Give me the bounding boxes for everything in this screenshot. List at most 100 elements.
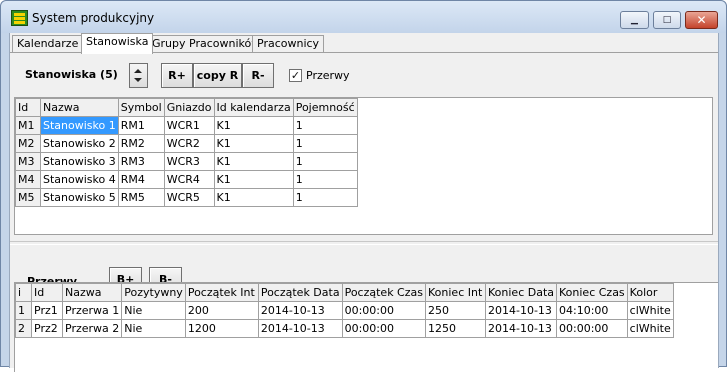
table-row[interactable]: M3 Stanowisko 3 RM3 WCR3 K1 1 bbox=[15, 152, 358, 171]
copy-station-button[interactable]: copy R bbox=[193, 63, 242, 88]
table-cell[interactable]: K1 bbox=[213, 116, 294, 135]
column-header[interactable]: Początek Int bbox=[184, 283, 259, 302]
panel-splitter[interactable] bbox=[10, 241, 718, 245]
table-cell[interactable]: 00:00:00 bbox=[341, 319, 427, 338]
tab-stanowiska[interactable]: Stanowiska bbox=[81, 33, 154, 54]
maximize-button[interactable]: □ bbox=[653, 11, 681, 29]
column-header[interactable]: Gniazdo bbox=[163, 98, 215, 117]
table-cell[interactable]: WCR3 bbox=[163, 152, 215, 171]
column-header[interactable]: Nazwa bbox=[61, 283, 123, 302]
table-cell[interactable]: 00:00:00 bbox=[556, 319, 628, 338]
table-cell[interactable]: 1200 bbox=[184, 319, 259, 338]
row-id-cell[interactable]: M1 bbox=[15, 116, 41, 135]
table-cell[interactable]: Przerwa 1 bbox=[61, 301, 123, 320]
column-header[interactable]: Pozytywny bbox=[121, 283, 186, 302]
table-cell[interactable]: Stanowisko 1 bbox=[40, 116, 119, 135]
table-cell[interactable]: RM2 bbox=[117, 134, 165, 153]
column-header[interactable]: Koniec Czas bbox=[556, 283, 628, 302]
table-cell[interactable]: K1 bbox=[213, 134, 294, 153]
row-id-cell[interactable]: M2 bbox=[15, 134, 41, 153]
add-station-button[interactable]: R+ bbox=[161, 63, 193, 88]
breaks-checkbox-label: Przerwy bbox=[306, 69, 350, 82]
column-header[interactable]: Id kalendarza bbox=[213, 98, 294, 117]
table-row[interactable]: M5 Stanowisko 5 RM5 WCR5 K1 1 bbox=[15, 188, 358, 207]
table-cell[interactable]: 200 bbox=[184, 301, 259, 320]
table-cell[interactable]: WCR5 bbox=[163, 188, 215, 207]
table-cell[interactable]: Nie bbox=[121, 301, 186, 320]
table-row[interactable]: 1 Prz1 Przerwa 1 Nie 200 2014-10-13 00:0… bbox=[15, 301, 674, 320]
column-header[interactable]: Symbol bbox=[117, 98, 165, 117]
client-area: Kalendarze Stanowiska Grupy Pracowników … bbox=[9, 33, 719, 372]
table-cell[interactable]: Stanowisko 2 bbox=[40, 134, 119, 153]
tab-kalendarze[interactable]: Kalendarze bbox=[12, 35, 84, 53]
table-cell[interactable]: 1 bbox=[292, 116, 358, 135]
tab-grupy-pracownikow[interactable]: Grupy Pracowników bbox=[147, 35, 266, 53]
table-cell[interactable]: 2014-10-13 bbox=[485, 301, 557, 320]
breaks-header-row: i Id Nazwa Pozytywny Początek Int Począt… bbox=[15, 283, 674, 302]
table-cell[interactable]: Prz1 bbox=[31, 301, 63, 320]
breaks-checkbox[interactable]: ✓ bbox=[289, 69, 302, 82]
table-cell[interactable]: RM1 bbox=[117, 116, 165, 135]
table-cell[interactable]: 1 bbox=[292, 134, 358, 153]
row-id-cell[interactable]: M5 bbox=[15, 188, 41, 207]
breaks-grid[interactable]: i Id Nazwa Pozytywny Początek Int Począt… bbox=[14, 282, 718, 372]
table-cell[interactable]: WCR1 bbox=[163, 116, 215, 135]
app-window: System produkcyjny ▁ □ ✕ Kalendarze Stan… bbox=[0, 0, 727, 372]
table-cell[interactable]: RM3 bbox=[117, 152, 165, 171]
table-cell[interactable]: K1 bbox=[213, 152, 294, 171]
column-header[interactable]: Początek Czas bbox=[341, 283, 427, 302]
table-cell[interactable]: 2014-10-13 bbox=[257, 301, 343, 320]
table-cell[interactable]: 00:00:00 bbox=[341, 301, 427, 320]
table-cell[interactable]: 2014-10-13 bbox=[485, 319, 557, 338]
table-row[interactable]: M1 Stanowisko 1 RM1 WCR1 K1 1 bbox=[15, 116, 358, 135]
row-id-cell[interactable]: M4 bbox=[15, 170, 41, 189]
column-header[interactable]: Nazwa bbox=[40, 98, 119, 117]
column-header[interactable]: Kolor bbox=[626, 283, 674, 302]
table-cell[interactable]: Nie bbox=[121, 319, 186, 338]
table-cell[interactable]: 04:10:00 bbox=[556, 301, 628, 320]
column-header[interactable]: Początek Data bbox=[257, 283, 343, 302]
row-index-cell[interactable]: 1 bbox=[15, 301, 32, 320]
table-cell[interactable]: 2014-10-13 bbox=[257, 319, 343, 338]
table-cell[interactable]: RM5 bbox=[117, 188, 165, 207]
table-row[interactable]: M4 Stanowisko 4 RM4 WCR4 K1 1 bbox=[15, 170, 358, 189]
close-button[interactable]: ✕ bbox=[685, 11, 718, 29]
arrow-up-icon[interactable] bbox=[134, 69, 142, 73]
table-cell[interactable]: 1250 bbox=[425, 319, 486, 338]
table-cell[interactable]: Prz2 bbox=[31, 319, 63, 338]
column-header[interactable]: Koniec Int bbox=[425, 283, 486, 302]
arrow-down-icon[interactable] bbox=[134, 78, 142, 82]
table-cell[interactable]: Stanowisko 3 bbox=[40, 152, 119, 171]
table-cell[interactable]: K1 bbox=[213, 188, 294, 207]
table-cell[interactable]: WCR2 bbox=[163, 134, 215, 153]
stations-grid[interactable]: Id Nazwa Symbol Gniazdo Id kalendarza Po… bbox=[14, 97, 713, 235]
column-header[interactable]: i bbox=[15, 283, 32, 302]
table-cell[interactable]: K1 bbox=[213, 170, 294, 189]
stations-heading: Stanowiska (5) bbox=[25, 68, 118, 81]
column-header[interactable]: Koniec Data bbox=[485, 283, 557, 302]
table-row[interactable]: M2 Stanowisko 2 RM2 WCR2 K1 1 bbox=[15, 134, 358, 153]
column-header[interactable]: Pojemność bbox=[292, 98, 358, 117]
table-cell[interactable]: 1 bbox=[292, 188, 358, 207]
table-cell[interactable]: 250 bbox=[425, 301, 486, 320]
table-cell[interactable]: Stanowisko 4 bbox=[40, 170, 119, 189]
table-cell[interactable]: clWhite bbox=[626, 301, 674, 320]
table-row[interactable]: 2 Prz2 Przerwa 2 Nie 1200 2014-10-13 00:… bbox=[15, 319, 674, 338]
remove-station-button[interactable]: R- bbox=[242, 63, 274, 88]
window-title: System produkcyjny bbox=[32, 11, 155, 25]
table-cell[interactable]: 1 bbox=[292, 152, 358, 171]
column-header[interactable]: Id bbox=[31, 283, 63, 302]
table-cell[interactable]: WCR4 bbox=[163, 170, 215, 189]
table-cell[interactable]: RM4 bbox=[117, 170, 165, 189]
row-index-cell[interactable]: 2 bbox=[15, 319, 32, 338]
table-cell[interactable]: 1 bbox=[292, 170, 358, 189]
tab-pracownicy[interactable]: Pracownicy bbox=[252, 35, 325, 53]
minimize-button[interactable]: ▁ bbox=[620, 11, 649, 29]
table-cell[interactable]: Przerwa 2 bbox=[61, 319, 123, 338]
column-header[interactable]: Id bbox=[15, 98, 41, 117]
table-cell[interactable]: Stanowisko 5 bbox=[40, 188, 119, 207]
table-cell[interactable]: clWhite bbox=[626, 319, 674, 338]
title-bar[interactable]: System produkcyjny ▁ □ ✕ bbox=[1, 1, 726, 33]
row-id-cell[interactable]: M3 bbox=[15, 152, 41, 171]
stations-spinner[interactable] bbox=[129, 63, 148, 88]
